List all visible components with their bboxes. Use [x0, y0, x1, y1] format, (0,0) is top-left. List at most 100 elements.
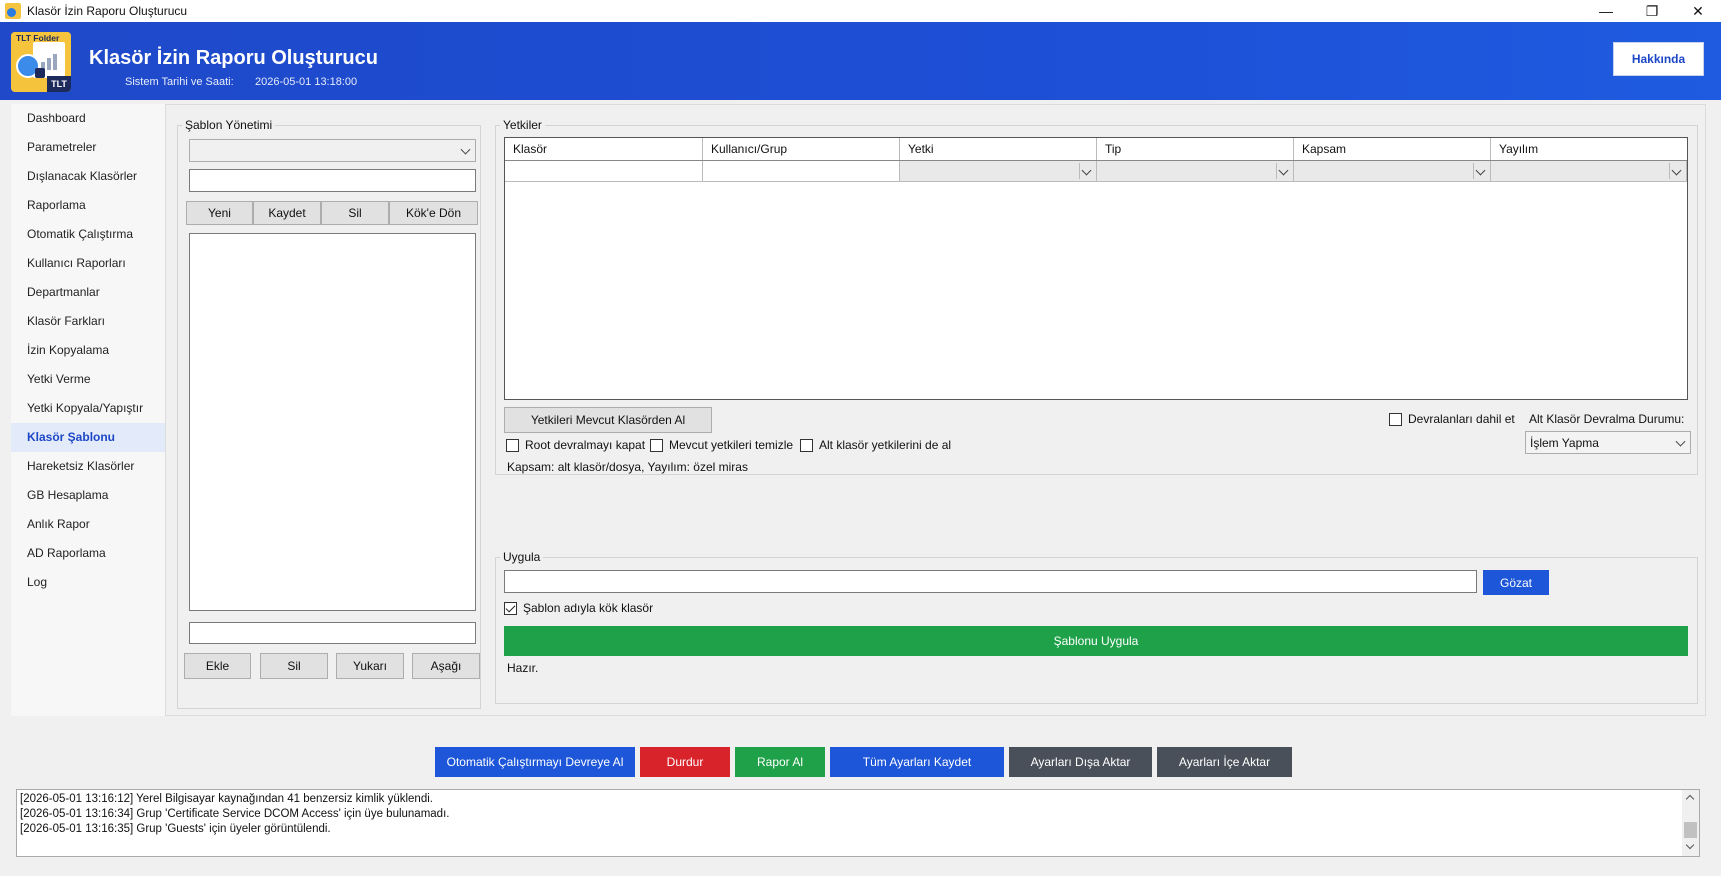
minimize-button[interactable]: —: [1583, 0, 1629, 22]
app-header: TLT Folder TLT Klasör İzin Raporu Oluştu…: [0, 22, 1721, 100]
permissions-title: Yetkiler: [500, 118, 545, 132]
disable-root-inherit-label: Root devralmayı kapat: [525, 438, 646, 452]
new-template-button[interactable]: Yeni: [186, 201, 253, 225]
subfolder-inherit-label: Alt Klasör Devralma Durumu:: [1529, 412, 1685, 426]
user-group-cell[interactable]: [703, 161, 900, 182]
status-text: Hazır.: [507, 661, 539, 675]
log-line: [2026-05-01 13:16:34] Grup 'Certificate …: [20, 808, 450, 820]
scroll-down-icon[interactable]: [1685, 840, 1695, 850]
column-header-type[interactable]: Tip: [1097, 138, 1294, 160]
app-icon: [5, 3, 21, 19]
template-name-input[interactable]: [189, 169, 476, 192]
datetime-value: 2026-05-01 13:18:00: [255, 76, 358, 88]
close-button[interactable]: ✕: [1675, 0, 1721, 22]
log-scrollbar[interactable]: [1682, 790, 1699, 856]
sidebar-item[interactable]: Anlık Rapor: [11, 510, 165, 539]
folder-name-input[interactable]: [189, 622, 476, 644]
include-inherited-label: Devralanları dahil et: [1408, 412, 1515, 426]
lock-icon: [35, 68, 45, 78]
scroll-up-icon[interactable]: [1685, 794, 1695, 804]
app-title: Klasör İzin Raporu Oluşturucu: [89, 47, 378, 69]
sidebar-item[interactable]: GB Hesaplama: [11, 481, 165, 510]
move-down-button[interactable]: Aşağı: [412, 653, 480, 679]
disable-root-inherit-checkbox[interactable]: Root devralmayı kapat: [506, 438, 645, 452]
folder-structure-list[interactable]: [189, 233, 476, 611]
subfolder-inherit-value: İşlem Yapma: [1530, 436, 1599, 450]
sidebar-item[interactable]: Otomatik Çalıştırma: [11, 220, 165, 249]
include-subfolder-label: Alt klasör yetkilerini de al: [819, 438, 952, 452]
sidebar-item[interactable]: Departmanlar: [11, 278, 165, 307]
delete-template-button[interactable]: Sil: [321, 201, 389, 225]
sidebar-item[interactable]: Yetki Kopyala/Yapıştır: [11, 394, 165, 423]
column-header-propagation[interactable]: Yayılım: [1491, 138, 1687, 160]
stop-button[interactable]: Durdur: [640, 747, 730, 777]
grid-header: Klasör Kullanıcı/Grup Yetki Tip Kapsam Y…: [505, 138, 1687, 161]
save-all-settings-button[interactable]: Tüm Ayarları Kaydet: [830, 747, 1004, 777]
sidebar-item[interactable]: Kullanıcı Raporları: [11, 249, 165, 278]
permission-cell-dropdown[interactable]: [900, 161, 1097, 182]
sidebar-item[interactable]: Klasör Şablonu: [11, 423, 165, 452]
column-header-scope[interactable]: Kapsam: [1294, 138, 1491, 160]
back-to-root-button[interactable]: Kök'e Dön: [389, 201, 478, 225]
log-output[interactable]: [2026-05-01 13:16:12] Yerel Bilgisayar k…: [16, 789, 1700, 857]
sidebar-item[interactable]: Klasör Farkları: [11, 307, 165, 336]
clear-existing-label: Mevcut yetkileri temizle: [669, 438, 794, 452]
get-report-button[interactable]: Rapor Al: [735, 747, 825, 777]
add-folder-button[interactable]: Ekle: [184, 653, 251, 679]
export-settings-button[interactable]: Ayarları Dışa Aktar: [1009, 747, 1152, 777]
sidebar-item[interactable]: Yetki Verme: [11, 365, 165, 394]
new-row: [505, 161, 1687, 182]
get-from-existing-folder-button[interactable]: Yetkileri Mevcut Klasörden Al: [504, 407, 712, 433]
column-header-user-group[interactable]: Kullanıcı/Grup: [703, 138, 900, 160]
move-up-button[interactable]: Yukarı: [336, 653, 404, 679]
apply-template-button[interactable]: Şablonu Uygula: [504, 626, 1688, 656]
browse-button[interactable]: Gözat: [1483, 570, 1549, 595]
log-line: [2026-05-01 13:16:12] Yerel Bilgisayar k…: [20, 793, 433, 805]
sidebar-item[interactable]: İzin Kopyalama: [11, 336, 165, 365]
save-template-button[interactable]: Kaydet: [253, 201, 321, 225]
scope-note: Kapsam: alt klasör/dosya, Yayılım: özel …: [507, 460, 748, 474]
import-settings-button[interactable]: Ayarları İçe Aktar: [1157, 747, 1292, 777]
root-with-template-checkbox[interactable]: Şablon adıyla kök klasör: [504, 601, 653, 615]
remove-folder-button[interactable]: Sil: [260, 653, 328, 679]
root-with-template-box[interactable]: [504, 601, 517, 615]
sidebar: Dashboard Parametreler Dışlanacak Klasörle…: [11, 104, 165, 716]
log-line: [2026-05-01 13:16:35] Grup 'Guests' için…: [20, 823, 331, 835]
subfolder-inherit-select[interactable]: İşlem Yapma: [1525, 431, 1691, 454]
sidebar-item[interactable]: Log: [11, 568, 165, 597]
include-inherited-box[interactable]: [1389, 412, 1402, 426]
about-button[interactable]: Hakkında: [1613, 42, 1704, 76]
target-path-input[interactable]: [504, 570, 1477, 593]
include-subfolder-box[interactable]: [800, 438, 813, 452]
clear-existing-box[interactable]: [650, 438, 663, 452]
template-management-title: Şablon Yönetimi: [182, 118, 276, 132]
app-logo: TLT Folder TLT: [11, 32, 71, 92]
folder-cell[interactable]: [505, 161, 703, 182]
column-header-folder[interactable]: Klasör: [505, 138, 703, 160]
propagation-cell-dropdown[interactable]: [1491, 161, 1687, 182]
root-with-template-label: Şablon adıyla kök klasör: [523, 601, 654, 615]
maximize-button[interactable]: ❐: [1629, 0, 1675, 22]
title-bar: Klasör İzin Raporu Oluşturucu — ❐ ✕: [0, 0, 1721, 22]
clear-existing-checkbox[interactable]: Mevcut yetkileri temizle: [650, 438, 793, 452]
sidebar-item[interactable]: AD Raporlama: [11, 539, 165, 568]
datetime-label: Sistem Tarihi ve Saati:: [125, 76, 234, 88]
sidebar-item[interactable]: Hareketsiz Klasörler: [11, 452, 165, 481]
sidebar-item[interactable]: Dışlanacak Klasörler: [11, 162, 165, 191]
apply-title: Uygula: [500, 550, 544, 564]
permissions-grid[interactable]: Klasör Kullanıcı/Grup Yetki Tip Kapsam Y…: [504, 137, 1688, 400]
enable-auto-run-button[interactable]: Otomatik Çalıştırmayı Devreye Al: [435, 747, 635, 777]
scope-cell-dropdown[interactable]: [1294, 161, 1491, 182]
window-title: Klasör İzin Raporu Oluşturucu: [27, 4, 188, 18]
disable-root-inherit-box[interactable]: [506, 438, 519, 452]
sidebar-item[interactable]: Parametreler: [11, 133, 165, 162]
column-header-permission[interactable]: Yetki: [900, 138, 1097, 160]
sidebar-item[interactable]: Raporlama: [11, 191, 165, 220]
include-inherited-checkbox[interactable]: Devralanları dahil et: [1389, 412, 1515, 426]
template-select[interactable]: [189, 139, 476, 162]
type-cell-dropdown[interactable]: [1097, 161, 1294, 182]
sidebar-item[interactable]: Dashboard: [11, 104, 165, 133]
logo-badge: TLT: [47, 76, 71, 92]
scroll-thumb[interactable]: [1684, 822, 1697, 838]
include-subfolder-checkbox[interactable]: Alt klasör yetkilerini de al: [800, 438, 951, 452]
